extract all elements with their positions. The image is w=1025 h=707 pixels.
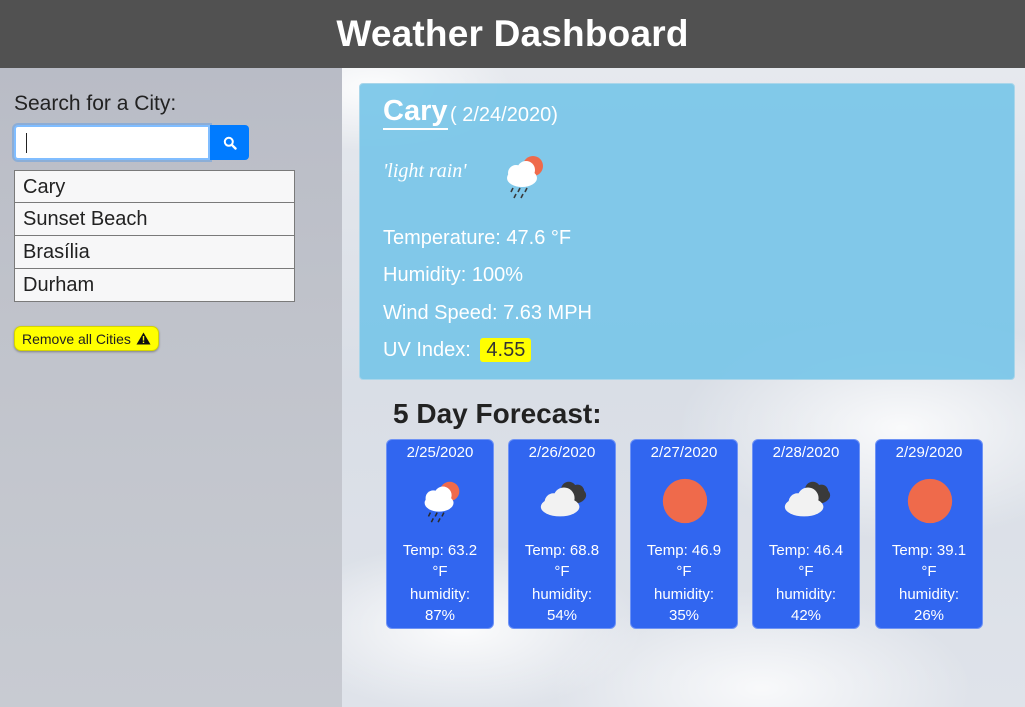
forecast-humidity-value: 26% xyxy=(913,607,945,624)
forecast-temp-unit: °F xyxy=(432,563,448,580)
forecast-temp-value: Temp: 39.1 xyxy=(891,542,967,559)
forecast-temp-value: Temp: 46.4 xyxy=(768,542,844,559)
forecast-temp-unit: °F xyxy=(798,563,814,580)
current-wind-speed: Wind Speed: 7.63 MPH xyxy=(383,302,592,324)
forecast-temp-value: Temp: 46.9 xyxy=(646,542,722,559)
forecast-date: 2/29/2020 xyxy=(895,444,963,461)
forecast-card: 2/28/2020 Temp: 46.4 °F humidity: 42% xyxy=(752,439,860,629)
forecast-title: 5 Day Forecast: xyxy=(393,398,602,429)
text-cursor xyxy=(26,133,27,153)
forecast-date: 2/27/2020 xyxy=(650,444,718,461)
city-list-item[interactable]: Cary xyxy=(14,170,295,203)
city-list-item[interactable]: Brasília xyxy=(14,236,295,269)
page-title: Weather Dashboard xyxy=(336,13,689,54)
current-uv-index: UV Index: 4.55 xyxy=(383,338,532,362)
sun-icon xyxy=(903,474,957,528)
forecast-temp-unit: °F xyxy=(676,563,692,580)
forecast-date: 2/28/2020 xyxy=(772,444,840,461)
city-list-item[interactable]: Sunset Beach xyxy=(14,203,295,236)
search-icon xyxy=(223,136,237,150)
current-temperature: Temperature: 47.6 °F xyxy=(383,227,572,249)
forecast-temp: Temp: 68.8 °F xyxy=(509,540,615,582)
forecast-card: 2/29/2020 Temp: 39.1 °F humidity: 26% xyxy=(875,439,983,629)
forecast-card: 2/25/2020 Temp: 63.2 °F humidity: 87% xyxy=(386,439,494,629)
forecast-humidity-label: humidity: xyxy=(775,586,837,603)
sun-icon xyxy=(658,474,712,528)
rain-sun-icon xyxy=(496,148,552,204)
forecast-temp-value: Temp: 63.2 xyxy=(402,542,478,559)
forecast-humidity-value: 42% xyxy=(790,607,822,624)
rain-sun-icon xyxy=(414,474,468,528)
warning-icon xyxy=(136,332,151,345)
uv-label: UV Index: xyxy=(383,339,471,361)
search-button[interactable] xyxy=(210,125,249,160)
forecast-humidity-label: humidity: xyxy=(898,586,960,603)
forecast-temp: Temp: 46.9 °F xyxy=(631,540,737,582)
search-label: Search for a City: xyxy=(14,92,177,115)
cloudy-icon xyxy=(780,474,834,528)
app-header: Weather Dashboard xyxy=(0,0,1025,68)
forecast-date: 2/26/2020 xyxy=(528,444,596,461)
forecast-temp: Temp: 39.1 °F xyxy=(876,540,982,582)
forecast-humidity-label: humidity: xyxy=(409,586,471,603)
forecast-date: 2/25/2020 xyxy=(406,444,474,461)
remove-button-label: Remove all Cities xyxy=(22,330,131,347)
forecast-humidity: humidity: 87% xyxy=(387,584,493,626)
cloudy-icon xyxy=(536,474,590,528)
remove-all-cities-button[interactable]: Remove all Cities xyxy=(14,326,159,351)
forecast-temp-unit: °F xyxy=(554,563,570,580)
forecast-humidity: humidity: 42% xyxy=(753,584,859,626)
forecast-humidity-value: 35% xyxy=(668,607,700,624)
search-input[interactable] xyxy=(14,125,210,160)
forecast-temp-unit: °F xyxy=(921,563,937,580)
uv-value-badge: 4.55 xyxy=(480,338,532,362)
forecast-humidity-value: 87% xyxy=(424,607,456,624)
forecast-humidity-label: humidity: xyxy=(653,586,715,603)
sidebar xyxy=(0,68,342,707)
current-city-name: Cary xyxy=(383,96,448,130)
forecast-temp: Temp: 46.4 °F xyxy=(753,540,859,582)
forecast-card: 2/26/2020 Temp: 68.8 °F humidity: 54% xyxy=(508,439,616,629)
forecast-humidity: humidity: 35% xyxy=(631,584,737,626)
forecast-temp-value: Temp: 68.8 xyxy=(524,542,600,559)
forecast-humidity-label: humidity: xyxy=(531,586,593,603)
forecast-humidity: humidity: 54% xyxy=(509,584,615,626)
city-history-list: Cary Sunset Beach Brasília Durham xyxy=(14,170,295,302)
current-humidity: Humidity: 100% xyxy=(383,264,524,286)
forecast-humidity-value: 54% xyxy=(546,607,578,624)
forecast-card: 2/27/2020 Temp: 46.9 °F humidity: 35% xyxy=(630,439,738,629)
forecast-humidity: humidity: 26% xyxy=(876,584,982,626)
weather-description: 'light rain' xyxy=(383,160,467,182)
current-weather-card: Cary ( 2/24/2020) 'light rain' Temperatu… xyxy=(359,83,1015,380)
city-list-item[interactable]: Durham xyxy=(14,269,295,302)
forecast-temp: Temp: 63.2 °F xyxy=(387,540,493,582)
current-date: ( 2/24/2020) xyxy=(450,104,558,126)
